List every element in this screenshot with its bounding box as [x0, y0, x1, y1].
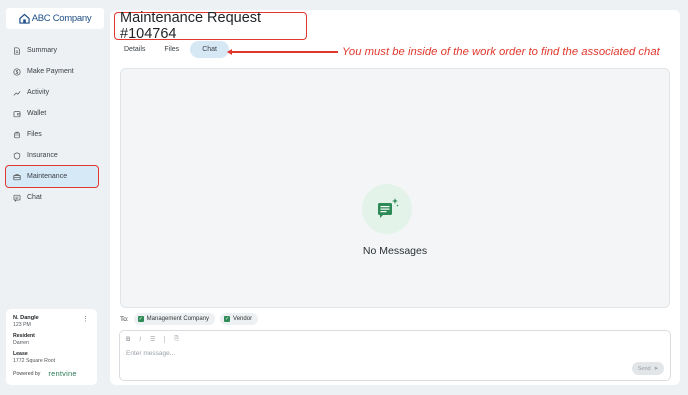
house-icon [19, 13, 30, 24]
sidebar-item-label: Files [27, 131, 42, 138]
sidebar-item-label: Maintenance [27, 173, 68, 180]
rentvine-logo: rentvine [48, 369, 77, 378]
send-icon: ➤ [653, 365, 659, 372]
annotation-arrow [227, 48, 338, 56]
sidebar-item-label: Make Payment [27, 68, 74, 75]
annotation-note: You must be inside of the work order to … [342, 46, 660, 58]
folder-icon [14, 131, 20, 138]
recipient-label: Management Company [146, 316, 210, 322]
sidebar-item-label: Activity [27, 89, 50, 96]
send-label: Send [637, 365, 651, 372]
checkbox-checked-icon[interactable]: ✓ [137, 316, 144, 322]
chat-messages-area: No Messages [120, 68, 670, 308]
message-sparkle-icon [378, 198, 399, 218]
tab-files[interactable]: Files [156, 41, 187, 58]
sidebar-item-insurance[interactable]: Insurance [6, 145, 98, 166]
trend-icon [13, 90, 21, 96]
message-input[interactable] [126, 347, 606, 359]
logo-text: ABC Company [31, 13, 92, 24]
more-options-icon[interactable]: ⋮ [82, 315, 89, 323]
sidebar-item-wallet[interactable]: Wallet [6, 103, 98, 124]
tab-details[interactable]: Details [116, 41, 153, 58]
sidebar-item-summary[interactable]: Summary [6, 40, 98, 61]
toolbox-icon [13, 173, 21, 180]
chat-icon [13, 194, 21, 202]
sidebar-nav: Summary Make Payment Activity Wallet Fil… [5, 40, 99, 208]
recipient-chip-vendor[interactable]: ✓ Vendor [220, 313, 259, 325]
message-composer: B I ☰ ⎘ Send ➤ [119, 330, 671, 381]
empty-state-text: No Messages [362, 245, 428, 257]
powered-by-label: Powered by [13, 370, 41, 377]
wallet-icon [13, 110, 21, 117]
to-label: To: [120, 315, 129, 323]
document-icon [14, 46, 20, 55]
attachment-icon[interactable]: ⎘ [174, 336, 179, 343]
sidebar-item-label: Summary [27, 47, 57, 54]
annotation: You must be inside of the work order to … [227, 46, 660, 58]
recipient-chip-management[interactable]: ✓ Management Company [133, 313, 216, 325]
tab-chat[interactable]: Chat [190, 41, 229, 58]
user-card: N. Dangle 123 PM ⋮ Resident Darren Lease… [6, 309, 97, 385]
dollar-icon [13, 67, 21, 76]
italic-icon[interactable]: I [139, 337, 141, 343]
lease-value: 1772 Square Root [13, 358, 56, 364]
recipient-row: To: ✓ Management Company ✓ Vendor [120, 313, 259, 325]
send-button[interactable]: Send ➤ [632, 362, 664, 375]
shield-icon [13, 151, 21, 160]
sidebar-item-label: Chat [27, 194, 42, 201]
recipient-label: Vendor [233, 316, 253, 322]
resident-value: Darren [13, 340, 29, 346]
format-toolbar: B I ☰ ⎘ [126, 336, 179, 343]
page-title-box: Maintenance Request #104764 [114, 10, 307, 42]
resident-label: Resident [13, 333, 35, 339]
empty-chat-badge [362, 184, 412, 234]
sidebar-item-maintenance[interactable]: Maintenance [5, 165, 99, 188]
sidebar-item-activity[interactable]: Activity [6, 82, 98, 103]
tab-bar: Details Files Chat [116, 41, 229, 58]
lease-label: Lease [13, 351, 28, 357]
company-logo[interactable]: ABC Company [6, 8, 104, 29]
user-name: N. Dangle [13, 315, 39, 321]
main-panel: Maintenance Request #104764 Details File… [110, 10, 680, 385]
user-unit: 123 PM [13, 322, 31, 328]
powered-by: Powered by rentvine [13, 369, 77, 378]
toolbar-divider [164, 336, 166, 343]
sidebar: ABC Company Summary Make Payment Activit… [0, 0, 110, 395]
checkbox-checked-icon[interactable]: ✓ [224, 316, 231, 322]
sidebar-item-files[interactable]: Files [6, 124, 98, 145]
sidebar-item-make-payment[interactable]: Make Payment [6, 61, 98, 82]
sidebar-item-label: Insurance [27, 152, 58, 159]
bullet-list-icon[interactable]: ☰ [150, 336, 155, 343]
bold-icon[interactable]: B [126, 337, 130, 343]
sidebar-item-label: Wallet [27, 110, 47, 117]
page-title: Maintenance Request #104764 [120, 10, 262, 42]
sidebar-item-chat[interactable]: Chat [6, 187, 98, 208]
